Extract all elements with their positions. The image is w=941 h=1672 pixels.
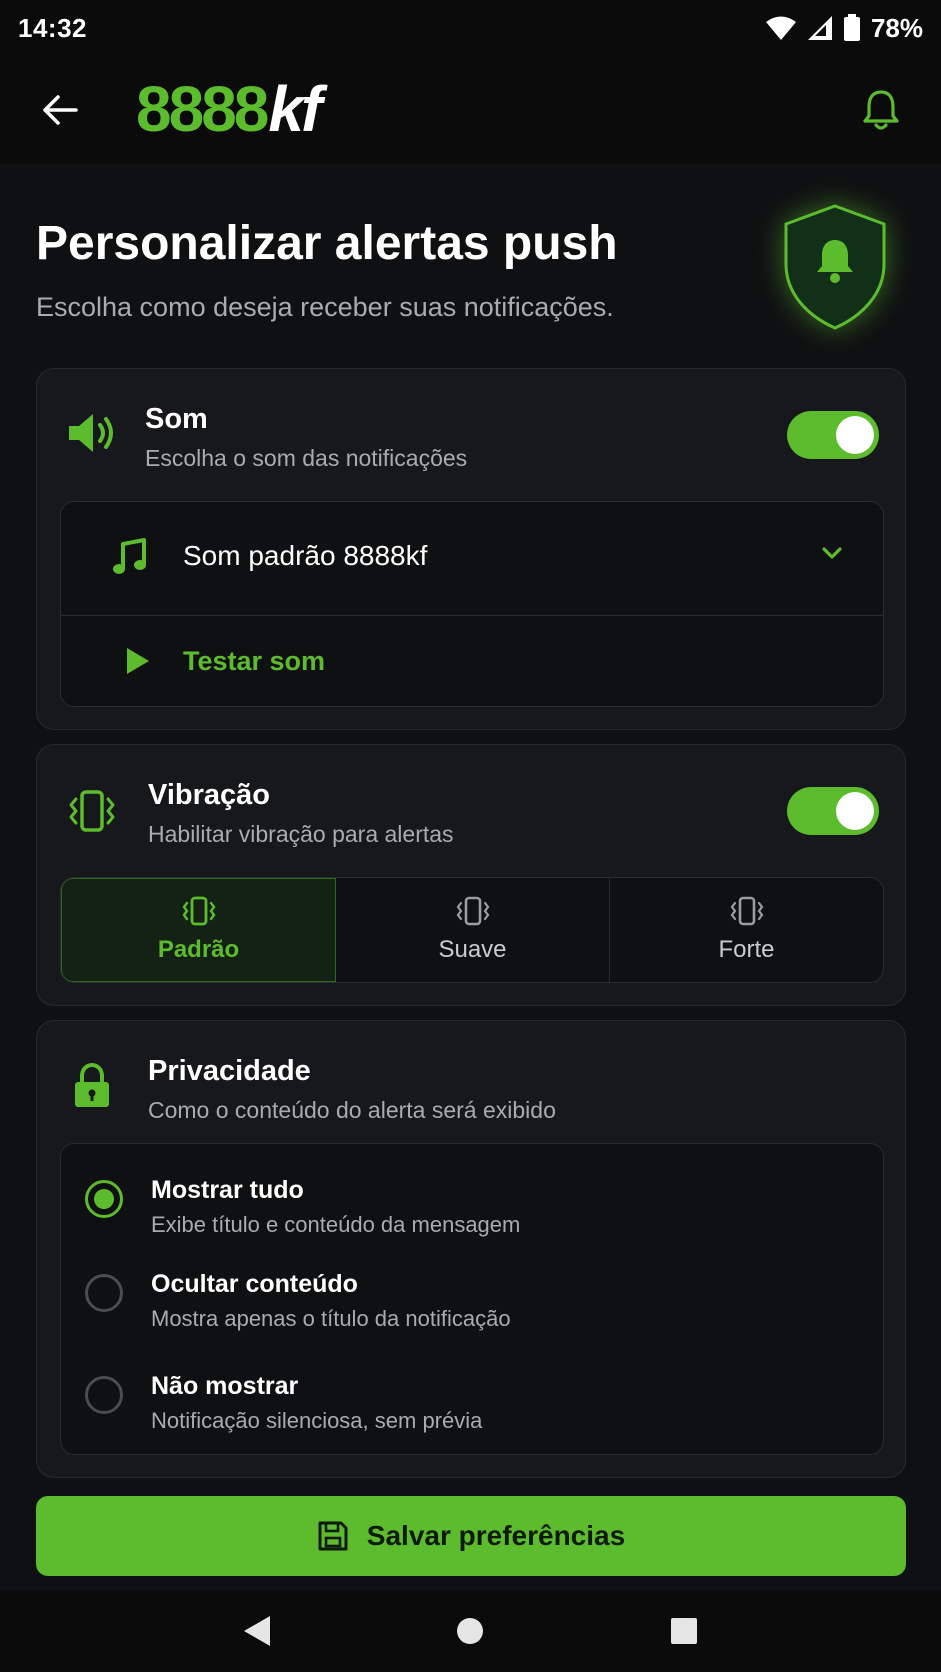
privacy-option-nao-mostrar[interactable]: Não mostrar Notificação silenciosa, sem …: [61, 1352, 883, 1452]
vibration-icon: [67, 789, 117, 838]
privacy-option-desc: Exibe título e conteúdo da mensagem: [151, 1212, 521, 1237]
logo-digits: 8888: [136, 73, 269, 145]
vibration-intensity-selector: Padrão Suave Forte: [60, 877, 884, 983]
save-icon: [318, 1521, 348, 1551]
vibration-toggle[interactable]: [787, 787, 879, 835]
vibration-icon: [730, 896, 763, 926]
save-button-label: Salvar preferências: [366, 1520, 626, 1551]
privacy-option-title: Não mostrar: [151, 1372, 299, 1400]
square-recents-icon: [671, 1618, 698, 1644]
radio-button[interactable]: [85, 1274, 123, 1312]
circle-home-icon: [457, 1618, 484, 1644]
test-sound-label: Testar som: [183, 646, 326, 676]
triangle-back-icon: [243, 1616, 270, 1646]
sound-select-box: Som padrão 8888kf Testar som: [60, 501, 884, 707]
sound-card: Som Escolha o som das notificações Som p…: [36, 368, 906, 730]
sound-title: Som: [145, 403, 208, 435]
play-icon: [125, 646, 151, 681]
cell-signal-icon: [807, 15, 833, 41]
radio-button[interactable]: [85, 1180, 123, 1218]
privacy-option-desc: Mostra apenas o título da notificação: [151, 1306, 511, 1331]
notifications-button[interactable]: [855, 84, 907, 136]
vibration-option-forte[interactable]: Forte: [610, 878, 883, 982]
bell-icon: [863, 90, 899, 130]
logo-letters: kf: [268, 73, 322, 145]
shield-bell-icon: [776, 202, 894, 332]
brand-logo: 8888 kf: [136, 73, 322, 145]
battery-percent: 78%: [870, 12, 923, 43]
page-title: Personalizar alertas push: [36, 217, 618, 270]
music-note-icon: [111, 538, 147, 583]
chevron-down-icon: [821, 546, 843, 565]
sound-toggle[interactable]: [787, 411, 879, 459]
radio-button[interactable]: [85, 1376, 123, 1414]
wifi-icon: [765, 15, 797, 41]
nav-recents-button[interactable]: [654, 1601, 714, 1661]
test-sound-button[interactable]: Testar som: [61, 616, 883, 708]
vibration-option-label: Forte: [718, 936, 775, 963]
app-bar: 8888 kf: [0, 56, 941, 164]
vibration-description: Habilitar vibração para alertas: [148, 821, 454, 847]
vibration-title: Vibração: [148, 779, 270, 811]
vibration-option-label: Suave: [438, 936, 507, 963]
vibration-card: Vibração Habilitar vibração para alertas…: [36, 744, 906, 1006]
privacy-card: Privacidade Como o conteúdo do alerta se…: [36, 1020, 906, 1478]
vibration-option-padrao[interactable]: Padrão: [61, 878, 336, 982]
privacy-option-mostrar-tudo[interactable]: Mostrar tudo Exibe título e conteúdo da …: [61, 1150, 883, 1250]
status-icons: 78%: [765, 13, 923, 44]
page-subtitle: Escolha como deseja receber suas notific…: [36, 292, 614, 322]
battery-icon: [843, 14, 861, 42]
privacy-options: Mostrar tudo Exibe título e conteúdo da …: [60, 1143, 884, 1455]
nav-back-button[interactable]: [227, 1601, 287, 1661]
speaker-icon: [67, 411, 117, 460]
save-preferences-button[interactable]: Salvar preferências: [36, 1496, 906, 1576]
privacy-option-title: Mostrar tudo: [151, 1176, 304, 1204]
privacy-option-title: Ocultar conteúdo: [151, 1270, 358, 1298]
privacy-option-desc: Notificação silenciosa, sem prévia: [151, 1408, 483, 1433]
vibration-option-suave[interactable]: Suave: [336, 878, 610, 982]
status-bar: 14:32 78%: [0, 0, 941, 56]
privacy-title: Privacidade: [148, 1055, 311, 1087]
vibration-icon: [456, 896, 489, 926]
sound-dropdown[interactable]: Som padrão 8888kf: [61, 502, 883, 616]
vibration-option-label: Padrão: [157, 936, 240, 963]
system-nav-bar: [0, 1590, 941, 1672]
sound-description: Escolha o som das notificações: [145, 445, 468, 471]
toggle-knob: [836, 416, 874, 454]
privacy-description: Como o conteúdo do alerta será exibido: [148, 1097, 556, 1123]
lock-icon: [73, 1062, 111, 1114]
privacy-option-ocultar-conteudo[interactable]: Ocultar conteúdo Mostra apenas o título …: [61, 1250, 883, 1350]
vibration-icon: [182, 896, 215, 926]
nav-home-button[interactable]: [440, 1601, 500, 1661]
toggle-knob: [836, 792, 874, 830]
back-button[interactable]: [36, 86, 84, 134]
selected-sound: Som padrão 8888kf: [183, 540, 428, 571]
arrow-left-icon: [43, 95, 78, 125]
status-time: 14:32: [18, 12, 87, 43]
